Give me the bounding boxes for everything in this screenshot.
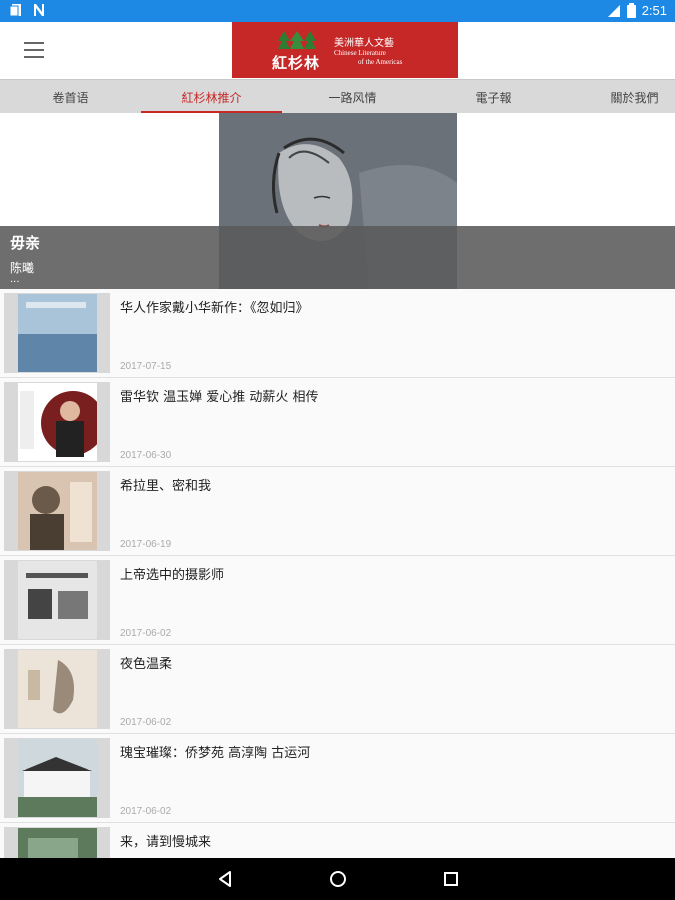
article-thumbnail (18, 828, 97, 858)
list-item[interactable]: 上帝选中的摄影师 2017-06-02 (0, 556, 675, 645)
system-nav-bar (0, 858, 675, 900)
logo-sub-en1: Chinese Literature (334, 49, 386, 57)
article-title: 夜色温柔 (120, 657, 173, 672)
tab-label: 卷首语 (52, 90, 89, 105)
article-date: 2017-07-15 (120, 361, 172, 372)
recents-icon[interactable] (441, 869, 461, 889)
list-item[interactable]: 瑰宝璀璨：侨梦苑 高淳陶 古运河 2017-06-02 (0, 734, 675, 823)
tab-label: 紅杉林推介 (181, 90, 242, 105)
status-time: 2:51 (641, 3, 667, 18)
article-thumbnail (18, 650, 97, 728)
tree-logo-icon (278, 31, 316, 49)
article-title: 来，请到慢城来 (120, 835, 212, 850)
logo-sub-cn: 美洲華人文藝 (334, 38, 394, 49)
tab-newsletter[interactable]: 電子報 (423, 80, 564, 114)
tab-label: 電子報 (475, 90, 512, 105)
tab-label: 一路风情 (328, 90, 377, 105)
article-thumbnail (18, 294, 97, 372)
article-title: 希拉里、密和我 (120, 479, 212, 494)
brand-logo: 紅杉林 美洲華人文藝 Chinese Literature of the Ame… (232, 22, 458, 78)
article-list: 华人作家戴小华新作：《忽如归》 2017-07-15 雷华钦 温玉婵 爱心推 动… (0, 289, 675, 858)
article-date: 2017-06-02 (120, 628, 172, 639)
back-icon[interactable] (215, 869, 235, 889)
tab-about[interactable]: 關於我們 (564, 80, 675, 114)
list-item[interactable]: 来，请到慢城来 (0, 823, 675, 858)
article-date: 2017-06-02 (120, 717, 172, 728)
article-thumbnail (18, 383, 97, 461)
article-thumbnail (18, 561, 97, 639)
article-thumbnail (18, 739, 97, 817)
status-bar: 2:51 (0, 0, 675, 22)
featured-caption: 毋亲 陈曦 ... (0, 226, 675, 289)
article-thumbnail (18, 472, 97, 550)
app-bar: 紅杉林 美洲華人文藝 Chinese Literature of the Ame… (0, 22, 675, 79)
battery-icon (626, 3, 636, 18)
menu-icon[interactable] (24, 42, 44, 58)
logo-sub-en2: of the Americas (358, 58, 403, 66)
featured-article[interactable]: 毋亲 陈曦 ... (0, 113, 675, 289)
article-title: 瑰宝璀璨：侨梦苑 高淳陶 古运河 (120, 746, 311, 761)
home-icon[interactable] (328, 869, 348, 889)
tab-label: 關於我們 (610, 90, 659, 105)
tab-preface[interactable]: 卷首语 (0, 80, 141, 114)
logo-main-text: 紅杉林 (272, 54, 321, 72)
n-icon (34, 4, 44, 16)
featured-title: 毋亲 (10, 234, 41, 252)
list-item[interactable]: 华人作家戴小华新作：《忽如归》 2017-07-15 (0, 289, 675, 378)
notification-icon (10, 4, 21, 17)
signal-icon (607, 4, 620, 17)
list-item[interactable]: 夜色温柔 2017-06-02 (0, 645, 675, 734)
list-item[interactable]: 希拉里、密和我 2017-06-19 (0, 467, 675, 556)
article-date: 2017-06-02 (120, 806, 172, 817)
tab-recommend[interactable]: 紅杉林推介 (141, 80, 282, 114)
article-date: 2017-06-19 (120, 539, 172, 550)
tab-travel[interactable]: 一路风情 (282, 80, 423, 114)
list-item[interactable]: 雷华钦 温玉婵 爱心推 动薪火 相传 2017-06-30 (0, 378, 675, 467)
article-title: 华人作家戴小华新作：《忽如归》 (120, 301, 309, 316)
article-title: 雷华钦 温玉婵 爱心推 动薪火 相传 (120, 390, 319, 405)
featured-ellipsis: ... (10, 274, 20, 285)
article-date: 2017-06-30 (120, 450, 172, 461)
tab-bar: 卷首语 紅杉林推介 一路风情 電子報 關於我們 (0, 79, 675, 114)
article-title: 上帝选中的摄影师 (120, 568, 225, 583)
